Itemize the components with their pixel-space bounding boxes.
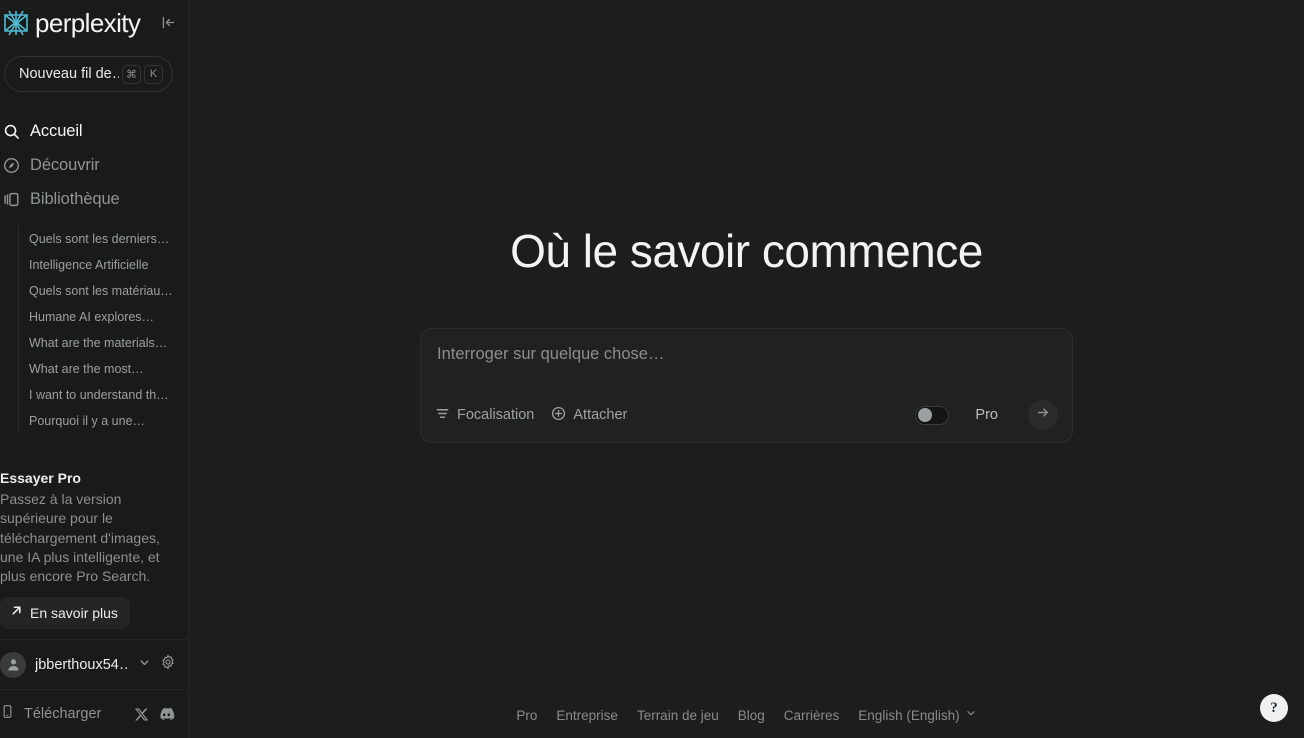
discord-icon[interactable] <box>158 707 175 721</box>
brand-header: perplexity <box>0 0 188 46</box>
sidebar-item-label: Accueil <box>30 121 83 140</box>
perplexity-logo-icon[interactable] <box>0 6 33 40</box>
pro-upsell-text: Passez à la version supérieure pour le t… <box>0 491 160 585</box>
list-item[interactable]: Quels sont les matériau… <box>29 278 188 304</box>
page-footer: Pro Entreprise Terrain de jeu Blog Carri… <box>189 706 1304 724</box>
language-label: English (English) <box>858 707 960 723</box>
search-icon <box>2 122 20 140</box>
ask-composer: Focalisation Attacher Pro <box>420 328 1073 443</box>
sidebar-item-label: Bibliothèque <box>30 189 120 208</box>
learn-more-button[interactable]: En savoir plus <box>0 597 130 630</box>
sidebar-item-accueil[interactable]: Accueil <box>0 114 188 148</box>
compass-icon <box>2 156 20 174</box>
learn-more-label: En savoir plus <box>30 605 118 622</box>
sidebar-footer: Télécharger <box>0 689 188 738</box>
shortcut-modifier-key: ⌘ <box>122 64 141 84</box>
sidebar-item-decouvrir[interactable]: Découvrir <box>0 148 188 182</box>
thread-history-list: Quels sont les derniers… Intelligence Ar… <box>18 226 188 434</box>
brand-name: perplexity <box>35 8 141 38</box>
account-row[interactable]: jbberthoux54… <box>0 639 188 689</box>
page-title: Où le savoir commence <box>510 225 983 277</box>
list-item[interactable]: Humane AI explores… <box>29 304 188 330</box>
pro-toggle[interactable] <box>915 405 950 425</box>
list-item[interactable]: Quels sont les derniers… <box>29 226 188 252</box>
list-item[interactable]: Intelligence Artificielle <box>29 252 188 278</box>
footer-link-pro[interactable]: Pro <box>516 708 537 723</box>
focus-label: Focalisation <box>457 407 535 423</box>
user-avatar-icon <box>0 651 26 678</box>
library-icon <box>2 190 20 208</box>
chevron-down-icon <box>965 706 977 724</box>
composer-toolbar: Focalisation Attacher Pro <box>435 400 1058 430</box>
gear-icon[interactable] <box>160 654 176 675</box>
download-label: Télécharger <box>24 706 102 722</box>
sidebar-item-bibliotheque[interactable]: Bibliothèque <box>0 182 188 216</box>
sidebar-item-label: Découvrir <box>30 155 100 174</box>
sidebar: perplexity Nouveau fil de… ⌘ K Accueil D… <box>0 0 189 738</box>
new-thread-label: Nouveau fil de… <box>19 66 119 82</box>
chevron-down-icon[interactable] <box>138 656 151 674</box>
x-twitter-icon[interactable] <box>134 707 149 722</box>
arrow-up-right-icon <box>10 604 23 622</box>
pro-toggle-knob <box>918 408 933 422</box>
help-button[interactable]: ? <box>1260 694 1288 722</box>
main-content: Où le savoir commence Focalisation Attac… <box>189 0 1304 738</box>
pro-toggle-label: Pro <box>975 407 998 423</box>
list-item[interactable]: What are the materials… <box>29 330 188 356</box>
footer-link-terrain-de-jeu[interactable]: Terrain de jeu <box>637 708 719 723</box>
account-username: jbberthoux54… <box>35 656 129 673</box>
arrow-right-icon <box>1036 405 1051 425</box>
footer-link-entreprise[interactable]: Entreprise <box>556 708 618 723</box>
shortcut-letter-key: K <box>144 64 163 84</box>
footer-link-carrieres[interactable]: Carrières <box>784 708 840 723</box>
focus-button[interactable]: Focalisation <box>435 406 534 425</box>
language-selector[interactable]: English (English) <box>858 706 976 724</box>
primary-navigation: Accueil Découvrir Bibliothèque <box>0 114 188 216</box>
pro-upsell-title: Essayer Pro <box>0 470 81 486</box>
list-item[interactable]: What are the most… <box>29 356 188 382</box>
list-item[interactable]: Pourquoi il y a une… <box>29 408 188 434</box>
search-input[interactable] <box>435 345 1058 364</box>
submit-button[interactable] <box>1028 400 1058 430</box>
plus-circle-icon <box>551 406 566 425</box>
mobile-download-icon[interactable] <box>0 704 15 724</box>
list-item[interactable]: I want to understand th… <box>29 382 188 408</box>
collapse-sidebar-icon[interactable] <box>157 11 179 33</box>
pro-upsell-card: Essayer Pro Passez à la version supérieu… <box>0 470 188 630</box>
attach-label: Attacher <box>573 407 628 423</box>
footer-link-blog[interactable]: Blog <box>738 708 765 723</box>
attach-button[interactable]: Attacher <box>551 406 627 425</box>
new-thread-button[interactable]: Nouveau fil de… ⌘ K <box>4 56 173 92</box>
sidebar-scroll-area: perplexity Nouveau fil de… ⌘ K Accueil D… <box>0 0 188 639</box>
focus-filter-icon <box>435 406 450 425</box>
